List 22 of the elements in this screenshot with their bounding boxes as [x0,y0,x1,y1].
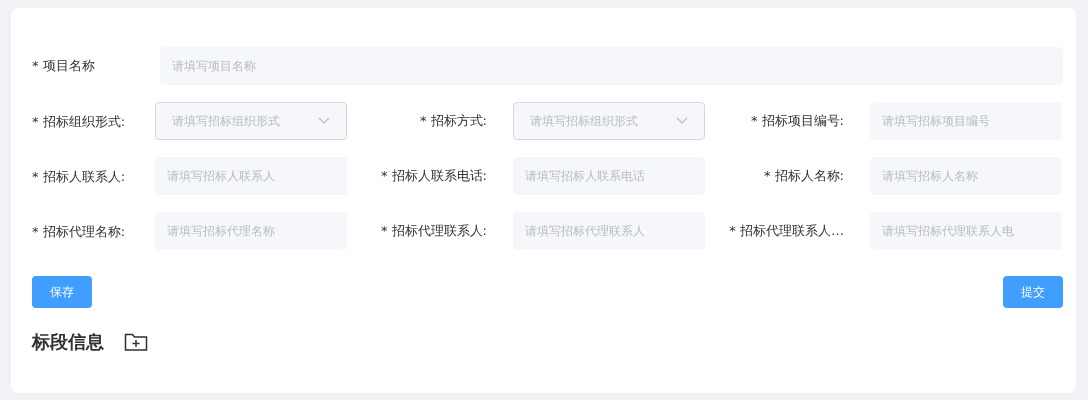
field-label: * 招标人名称: [764,167,844,186]
select-field[interactable]: 请填写招标组织形式 [155,102,347,140]
field-label: * 招标人联系电话: [381,167,487,186]
input-field[interactable]: 请填写招标人联系人 [155,157,347,195]
field-label: * 招标代理联系人… [729,222,844,241]
field-label: * 招标代理联系人: [381,222,487,241]
folder-plus-icon[interactable] [124,331,148,352]
field-label: * 招标组织形式: [32,114,125,129]
field-label: * 项目名称 [32,57,96,76]
section-title: 标段信息 [32,330,104,354]
input-field[interactable]: 请填写招标人名称 [870,157,1062,195]
select-field[interactable]: 请填写招标组织形式 [513,102,705,140]
field-label: * 招标项目编号: [751,112,844,131]
chevron-down-icon [676,117,688,125]
chevron-down-icon [318,117,330,125]
input-field[interactable]: 请填写招标人联系电话 [513,157,705,195]
field-label: * 招标代理名称: [32,224,125,239]
field-label: * 招标人联系人: [32,169,125,184]
save-button[interactable]: 保存 [32,276,92,308]
field-label: * 招标方式: [420,112,487,131]
submit-button[interactable]: 提交 [1003,276,1063,308]
input-field[interactable]: 请填写项目名称 [160,47,1063,85]
